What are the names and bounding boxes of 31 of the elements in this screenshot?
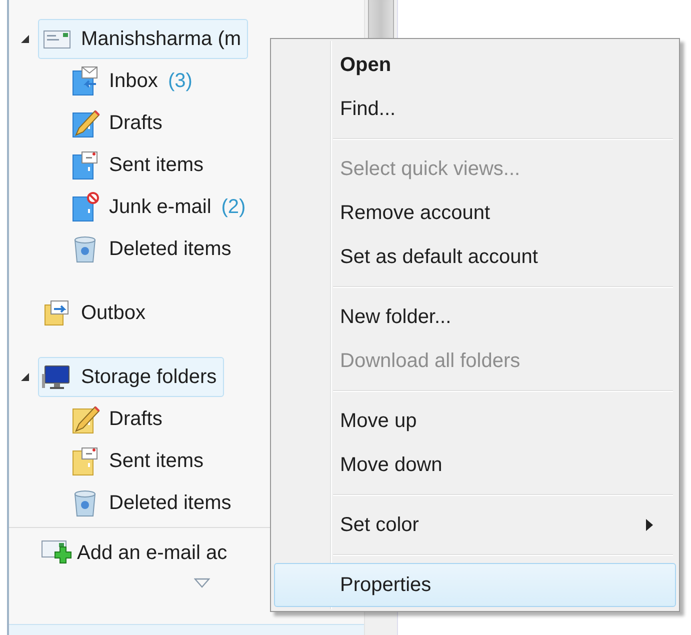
tree-item[interactable]: Sent items [69, 145, 210, 185]
tree-item[interactable]: Manishsharma (m [38, 19, 248, 59]
tree-item[interactable]: Deleted items [69, 229, 238, 269]
inbox-folder-icon [70, 65, 100, 97]
expand-triangle-icon[interactable] [21, 373, 29, 381]
unread-count: (3) [168, 70, 192, 92]
tree-item[interactable]: Drafts [69, 103, 170, 143]
sent-folder-icon [70, 149, 100, 181]
tree-item[interactable]: Drafts [69, 399, 170, 439]
submenu-arrow-icon [646, 519, 653, 531]
junk-folder-icon [70, 191, 100, 223]
menu-item[interactable]: Open [274, 43, 676, 87]
tree-item[interactable]: Outbox [38, 293, 152, 333]
expand-down-icon[interactable] [194, 578, 210, 588]
menu-item[interactable]: Move down [274, 443, 676, 487]
tree-item[interactable]: Inbox (3) [69, 61, 200, 101]
menu-item[interactable]: Find... [274, 87, 676, 131]
tree-item[interactable]: Junk e-mail (2) [69, 187, 253, 227]
menu-item[interactable]: Remove account [274, 191, 676, 235]
add-account-link[interactable]: Add an e-mail ac [9, 528, 228, 578]
tree-item[interactable]: Storage folders [38, 357, 224, 397]
unread-count: (2) [221, 196, 246, 218]
menu-item[interactable]: Move up [274, 399, 676, 443]
menu-item[interactable]: New folder... [274, 295, 676, 339]
menu-item[interactable]: Set as default account [274, 235, 676, 279]
menu-item[interactable]: Properties [274, 563, 676, 607]
tree-item[interactable]: Sent items [69, 441, 210, 481]
expand-triangle-icon[interactable] [21, 35, 29, 43]
menu-item[interactable]: Set color [274, 503, 676, 547]
tree-item[interactable]: Deleted items [69, 483, 238, 523]
sent-folder-icon [70, 445, 100, 477]
